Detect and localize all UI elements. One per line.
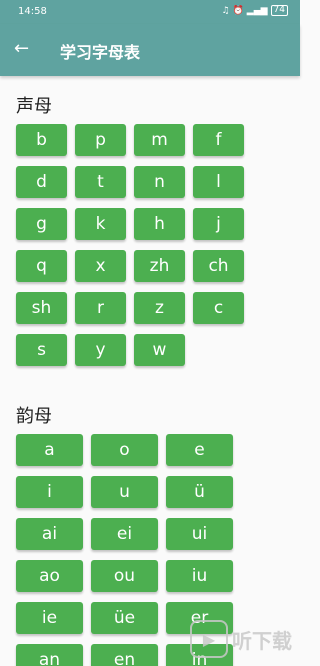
initial-key[interactable]: h xyxy=(134,208,185,240)
status-time: 14:58 xyxy=(18,6,47,17)
final-key[interactable]: e xyxy=(166,434,233,466)
final-key[interactable]: a xyxy=(16,434,83,466)
initial-key[interactable]: s xyxy=(16,334,67,366)
final-key[interactable]: ui xyxy=(166,518,233,550)
initial-key[interactable]: n xyxy=(134,166,185,198)
initial-key[interactable]: l xyxy=(193,166,244,198)
final-key[interactable]: o xyxy=(91,434,158,466)
initials-grid: b p m f d t n l g k h j q x zh ch sh r z c s y w xyxy=(16,124,244,366)
final-key[interactable]: ao xyxy=(16,560,83,592)
alarm-icon: ⏰ xyxy=(232,5,244,16)
page-title: 学习字母表 xyxy=(60,43,141,62)
initial-key[interactable]: w xyxy=(134,334,185,366)
initials-section-title: 声母 xyxy=(16,96,52,117)
signal-icon: ▂▄▆ xyxy=(246,5,268,16)
initial-key[interactable]: g xyxy=(16,208,67,240)
initial-key[interactable]: y xyxy=(75,334,126,366)
initial-key[interactable]: k xyxy=(75,208,126,240)
final-key[interactable]: ei xyxy=(91,518,158,550)
status-icons: ♫ ⏰ ▂▄▆ 74 xyxy=(221,5,288,16)
arrow-back-icon[interactable]: ← xyxy=(14,38,29,60)
final-key[interactable]: an xyxy=(16,644,83,666)
initial-key[interactable]: m xyxy=(134,124,185,156)
headphones-icon: ♫ xyxy=(221,5,230,16)
initial-key[interactable]: z xyxy=(134,292,185,324)
final-key[interactable]: ai xyxy=(16,518,83,550)
initial-key[interactable]: f xyxy=(193,124,244,156)
final-key[interactable]: ü xyxy=(166,476,233,508)
final-key[interactable]: u xyxy=(91,476,158,508)
initial-key[interactable]: ch xyxy=(193,250,244,282)
initial-key[interactable]: sh xyxy=(16,292,67,324)
final-key[interactable]: ie xyxy=(16,602,83,634)
initial-key[interactable]: j xyxy=(193,208,244,240)
initial-key[interactable]: b xyxy=(16,124,67,156)
final-key[interactable]: en xyxy=(91,644,158,666)
final-key[interactable]: in xyxy=(166,644,233,666)
initial-key[interactable]: t xyxy=(75,166,126,198)
final-key[interactable]: iu xyxy=(166,560,233,592)
initial-key[interactable]: x xyxy=(75,250,126,282)
initial-key[interactable]: d xyxy=(16,166,67,198)
initial-key[interactable]: zh xyxy=(134,250,185,282)
initial-key[interactable]: q xyxy=(16,250,67,282)
final-key[interactable]: ou xyxy=(91,560,158,592)
content-area[interactable]: 声母 b p m f d t n l g k h j q x zh ch sh r z c s y w 韵母 aoeiuüa… xyxy=(0,76,300,666)
final-key[interactable]: er xyxy=(166,602,233,634)
initial-key[interactable]: r xyxy=(75,292,126,324)
finals-section-title: 韵母 xyxy=(16,406,52,427)
battery-icon: 74 xyxy=(270,5,288,16)
initial-key[interactable]: p xyxy=(75,124,126,156)
status-bar: 14:58 ♫ ⏰ ▂▄▆ 74 xyxy=(0,0,300,24)
app-bar: ← 学习字母表 xyxy=(0,24,300,76)
final-key[interactable]: üe xyxy=(91,602,158,634)
final-key[interactable]: i xyxy=(16,476,83,508)
initial-key[interactable]: c xyxy=(193,292,244,324)
finals-grid: a o e i u ü ai ei ui ao ou iu ie üe er an en in xyxy=(16,434,233,666)
